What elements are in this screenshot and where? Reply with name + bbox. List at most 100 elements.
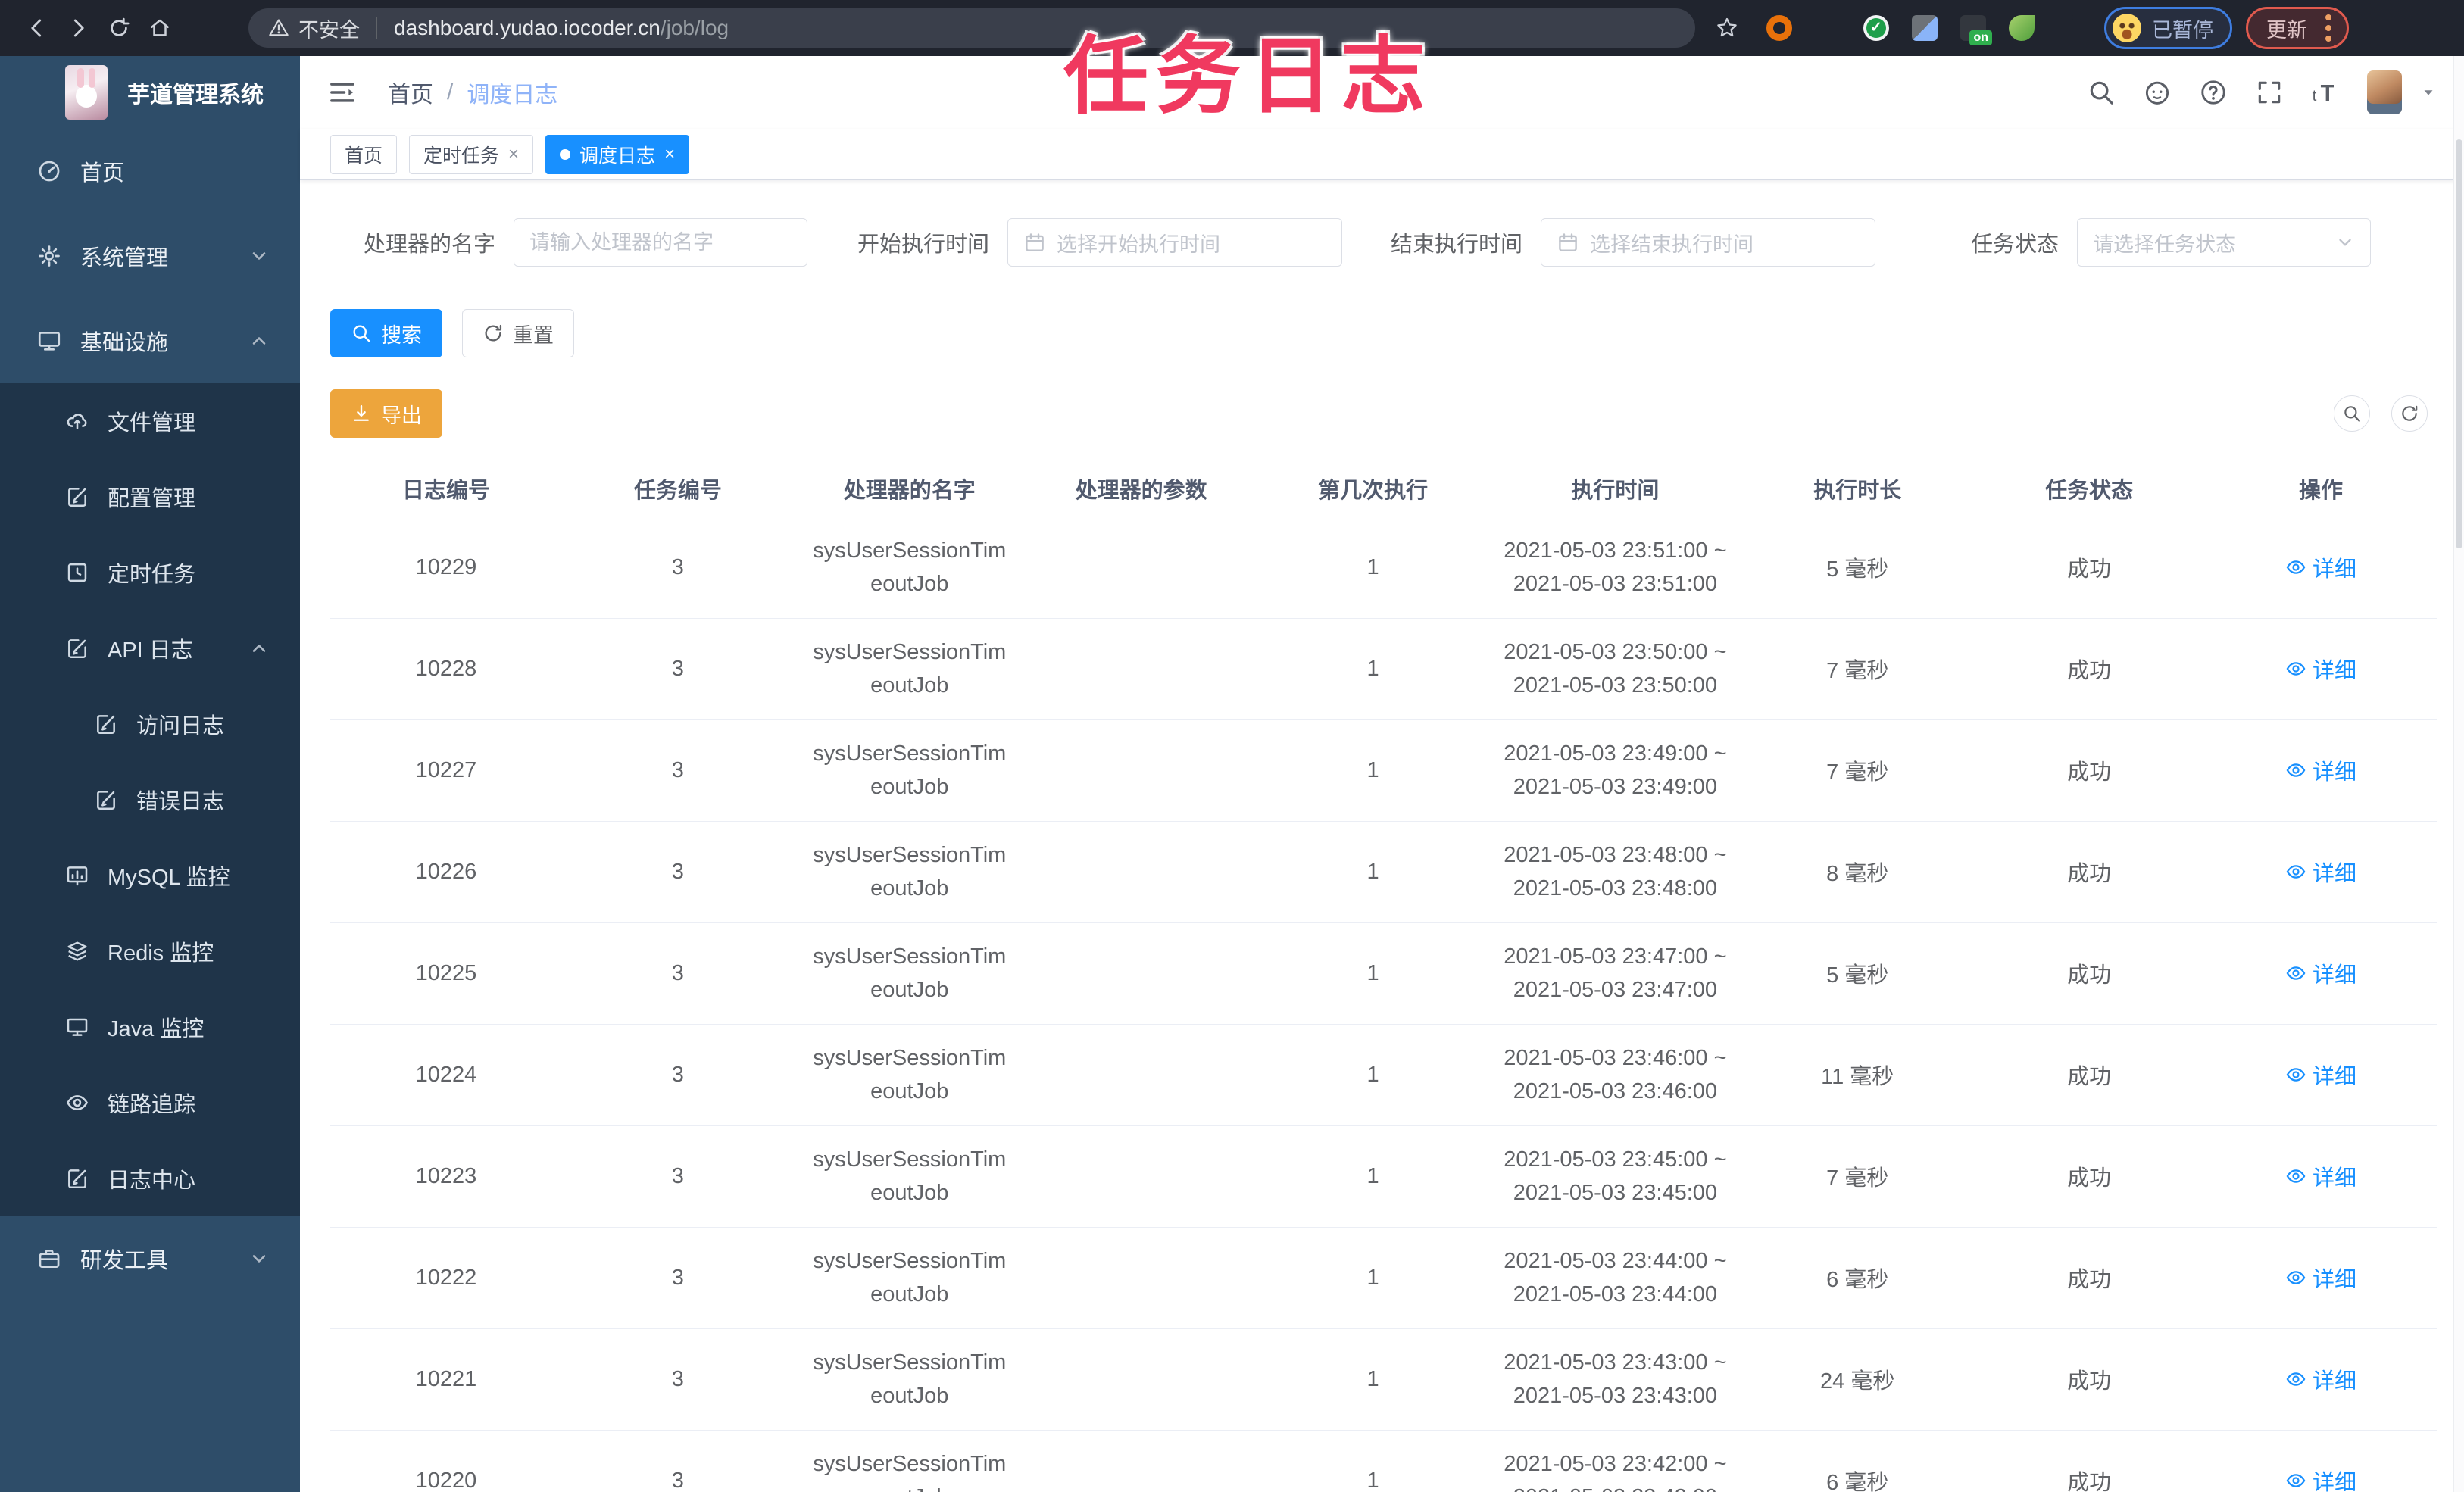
update-label: 更新 — [2266, 18, 2307, 42]
browser-reload-button[interactable] — [98, 8, 139, 48]
github-icon[interactable] — [2143, 78, 2172, 107]
sidebar-item-system-management[interactable]: 系统管理 — [0, 214, 300, 298]
refresh-icon — [482, 323, 504, 344]
tag-job-log-active[interactable]: 调度日志 × — [545, 134, 690, 174]
handler-name-input[interactable] — [529, 230, 792, 254]
sidebar-item-dev-tools[interactable]: 研发工具 — [0, 1216, 300, 1301]
tag-home[interactable]: 首页 — [330, 134, 398, 174]
detail-link[interactable]: 详细 — [2285, 754, 2356, 786]
extension-icon-green-check[interactable]: ✓ — [1863, 15, 1889, 41]
tag-bar: 首页 定时任务 × 调度日志 × — [300, 129, 2464, 180]
cell-execute-time: 2021-05-03 23:44:00 ~2021-05-03 23:44:00 — [1488, 1227, 1742, 1329]
col-duration: 执行时长 — [1741, 460, 1974, 517]
sidebar-item-scheduled-jobs[interactable]: 定时任务 — [0, 535, 300, 610]
toggle-search-button[interactable] — [2334, 395, 2370, 432]
address-bar[interactable]: 不安全 dashboard.yudao.iocoder.cn/job/log — [248, 8, 1695, 48]
app-title: 芋道管理系统 — [127, 83, 264, 108]
col-execute-index: 第几次执行 — [1257, 460, 1489, 517]
detail-link[interactable]: 详细 — [2285, 1465, 2356, 1492]
sidebar-item-home[interactable]: 首页 — [0, 129, 300, 214]
search-button[interactable]: 搜索 — [330, 309, 442, 357]
cell-duration: 7 毫秒 — [1741, 618, 1974, 720]
sidebar-item-file-management[interactable]: 文件管理 — [0, 383, 300, 459]
refresh-icon — [2400, 404, 2419, 423]
scrollbar-thumb[interactable] — [2456, 139, 2462, 548]
browser-update-button[interactable]: 更新 — [2246, 7, 2349, 49]
close-icon[interactable]: × — [664, 145, 675, 164]
filter-start-time: 开始执行时间 选择开始执行时间 — [857, 218, 1343, 267]
eye-icon — [2285, 1470, 2306, 1491]
sidebar-item-error-log[interactable]: 错误日志 — [0, 762, 300, 838]
detail-link[interactable]: 详细 — [2285, 653, 2356, 685]
refresh-table-button[interactable] — [2391, 395, 2428, 432]
browser-home-button[interactable] — [139, 8, 180, 48]
chevron-up-icon — [248, 638, 270, 659]
sidebar-item-java-monitor[interactable]: Java 监控 — [0, 989, 300, 1065]
sidebar-item-access-log[interactable]: 访问日志 — [0, 686, 300, 762]
paused-label: 已暂停 — [2152, 18, 2213, 42]
close-icon[interactable]: × — [508, 145, 519, 164]
detail-link[interactable]: 详细 — [2285, 1363, 2356, 1395]
cell-execute-time: 2021-05-03 23:48:00 ~2021-05-03 23:48:00 — [1488, 821, 1742, 923]
search-icon[interactable] — [2087, 78, 2116, 107]
extension-icon-green-leaf[interactable] — [2009, 15, 2035, 41]
extension-icon-on-badge[interactable]: on — [1960, 15, 1992, 45]
browser-forward-button[interactable] — [58, 8, 98, 48]
fullscreen-icon[interactable] — [2255, 78, 2284, 107]
profile-paused-chip[interactable]: 已暂停 — [2104, 7, 2232, 49]
cell-log-id: 10226 — [330, 821, 562, 923]
cell-job-id: 3 — [561, 1328, 794, 1431]
sidebar-collapse-icon[interactable] — [327, 77, 358, 108]
emoji-avatar-icon — [2113, 14, 2141, 42]
cell-handler-name: sysUserSessionTimeoutJob — [793, 1125, 1026, 1228]
extension-icon-orange-ring[interactable] — [1766, 15, 1792, 41]
sidebar-item-api-log[interactable]: API 日志 — [0, 610, 300, 686]
detail-link[interactable]: 详细 — [2285, 1059, 2356, 1091]
date-placeholder: 选择结束执行时间 — [1590, 233, 1754, 256]
job-status-select[interactable]: 请选择任务状态 — [2077, 218, 2372, 267]
browser-menu-kebab-icon[interactable] — [2322, 11, 2334, 45]
start-time-picker[interactable]: 选择开始执行时间 — [1007, 218, 1343, 267]
cell-execute-time: 2021-05-03 23:43:00 ~2021-05-03 23:43:00 — [1488, 1328, 1742, 1431]
security-label: 不安全 — [298, 18, 360, 42]
extension-icon-grid[interactable] — [1912, 15, 1938, 41]
browser-back-button[interactable] — [17, 8, 58, 48]
col-handler-name: 处理器的名字 — [793, 460, 1026, 517]
detail-link[interactable]: 详细 — [2285, 551, 2356, 583]
tag-scheduled-jobs[interactable]: 定时任务 × — [409, 134, 534, 174]
sidebar-item-log-center[interactable]: 日志中心 — [0, 1141, 300, 1216]
cell-handler-name: sysUserSessionTimeoutJob — [793, 1227, 1026, 1329]
help-icon[interactable] — [2199, 78, 2228, 107]
page-scrollbar[interactable] — [2453, 56, 2464, 1492]
cell-log-id: 10224 — [330, 1024, 562, 1126]
cell-status: 成功 — [1973, 618, 2206, 720]
eye-icon — [2285, 658, 2306, 679]
detail-link[interactable]: 详细 — [2285, 1160, 2356, 1192]
reset-button[interactable]: 重置 — [462, 309, 574, 357]
user-avatar[interactable] — [2367, 70, 2402, 114]
sidebar-item-infrastructure[interactable]: 基础设施 — [0, 298, 300, 383]
breadcrumb-home[interactable]: 首页 — [388, 76, 433, 109]
sidebar-item-tracing[interactable]: 链路追踪 — [0, 1065, 300, 1141]
extension-icon-puzzle[interactable] — [2057, 15, 2083, 41]
cell-status: 成功 — [1973, 922, 2206, 1025]
cell-handler-name: sysUserSessionTimeoutJob — [793, 719, 1026, 822]
button-label: 重置 — [513, 323, 554, 347]
detail-link[interactable]: 详细 — [2285, 856, 2356, 888]
detail-link[interactable]: 详细 — [2285, 1262, 2356, 1294]
caret-down-icon[interactable] — [2420, 84, 2437, 101]
end-time-picker[interactable]: 选择结束执行时间 — [1541, 218, 1876, 267]
cell-operation: 详细 — [2205, 618, 2437, 720]
font-size-icon[interactable] — [2311, 78, 2340, 107]
cell-execute-index: 1 — [1257, 1328, 1489, 1431]
extension-icon-blue-pin[interactable] — [1815, 15, 1841, 41]
sidebar-item-config-management[interactable]: 配置管理 — [0, 459, 300, 535]
bookmark-star-icon[interactable] — [1715, 16, 1739, 40]
tag-label: 定时任务 — [423, 145, 500, 167]
sidebar-item-redis-monitor[interactable]: Redis 监控 — [0, 913, 300, 989]
cell-execute-time: 2021-05-03 23:49:00 ~2021-05-03 23:49:00 — [1488, 719, 1742, 822]
eye-icon — [2285, 963, 2306, 984]
sidebar-item-mysql-monitor[interactable]: MySQL 监控 — [0, 838, 300, 913]
detail-link[interactable]: 详细 — [2285, 957, 2356, 989]
export-button[interactable]: 导出 — [330, 389, 442, 438]
